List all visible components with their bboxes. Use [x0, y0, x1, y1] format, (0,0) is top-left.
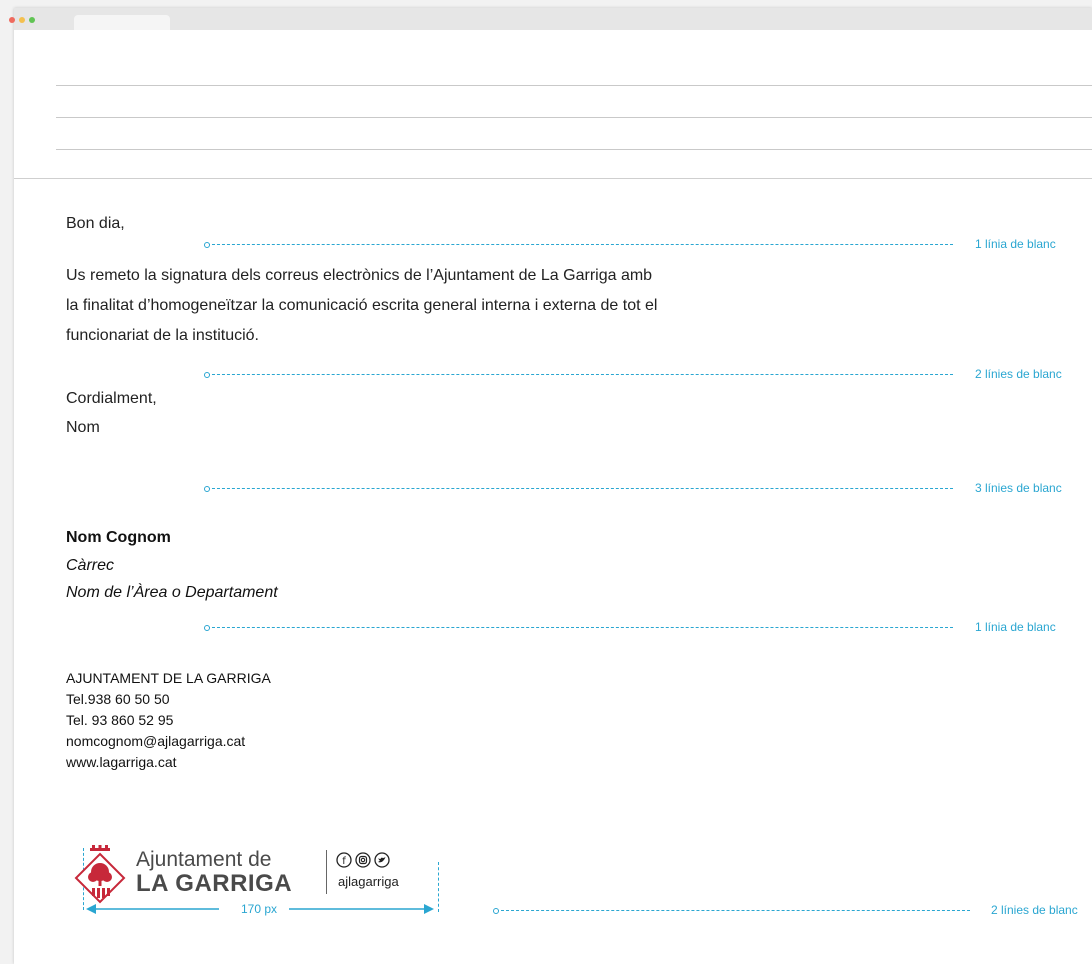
header-field-line[interactable] [56, 85, 1092, 86]
contact-tel2: Tel. 93 860 52 95 [66, 712, 174, 728]
greeting-text: Bon dia, [66, 215, 125, 232]
spacing-guide [204, 486, 953, 492]
contact-web-link[interactable]: www.lagarriga.cat [66, 752, 271, 773]
title-bar [9, 8, 1092, 30]
coat-of-arms-icon [74, 845, 126, 904]
minimize-window-button[interactable] [19, 17, 25, 23]
body-paragraph-line: Us remeto la signatura dels correus elec… [66, 267, 653, 284]
contact-tel1: Tel.938 60 50 50 [66, 691, 170, 707]
contact-block: AJUNTAMENT DE LA GARRIGA Tel.938 60 50 5… [66, 668, 271, 773]
contact-email-link[interactable]: nomcognom@ajlagarriga.cat [66, 731, 271, 752]
dimension-width-label: 170 px [241, 902, 278, 916]
svg-text:f: f [342, 856, 346, 867]
maximize-window-button[interactable] [29, 17, 35, 23]
twitter-icon[interactable] [374, 852, 390, 868]
spacing-guide-label: 1 línia de blanc [975, 620, 1056, 634]
body-paragraph-line: funcionariat de la institució. [66, 327, 259, 344]
browser-window [9, 8, 1092, 964]
body-paragraph-line: la finalitat d’homogeneïtzar la comunica… [66, 297, 658, 314]
email-header-fields [14, 30, 1092, 179]
closing-text: Cordialment, [66, 390, 157, 407]
sender-name-short: Nom [66, 419, 100, 436]
logo-line1: Ajuntament de [136, 848, 272, 871]
social-handle: ajlagarriga [338, 874, 399, 889]
signature-role: Càrrec [66, 557, 115, 574]
logo-line2: LA GARRIGA [136, 870, 293, 897]
spacing-guide [204, 372, 953, 378]
contact-org: AJUNTAMENT DE LA GARRIGA [66, 670, 271, 686]
header-field-line[interactable] [56, 117, 1092, 118]
signature-department: Nom de l’Àrea o Departament [66, 584, 278, 601]
close-window-button[interactable] [9, 17, 15, 23]
browser-tab[interactable] [74, 15, 170, 30]
spacing-guide [204, 242, 953, 248]
logo-separator [326, 850, 327, 894]
signature-full-name: Nom Cognom [66, 529, 171, 546]
spacing-guide-label: 3 línies de blanc [975, 481, 1062, 495]
spacing-guide-label: 1 línia de blanc [975, 237, 1056, 251]
spacing-guide [493, 908, 970, 914]
spacing-guide [204, 625, 953, 631]
spacing-guide-label: 2 línies de blanc [975, 367, 1062, 381]
ajuntament-logo: Ajuntament de LA GARRIGA f ajlagarriga [68, 844, 428, 904]
header-field-line[interactable] [56, 149, 1092, 150]
facebook-icon[interactable]: f [336, 852, 352, 868]
instagram-icon[interactable] [355, 852, 371, 868]
spacing-guide-label: 2 línies de blanc [991, 903, 1078, 917]
